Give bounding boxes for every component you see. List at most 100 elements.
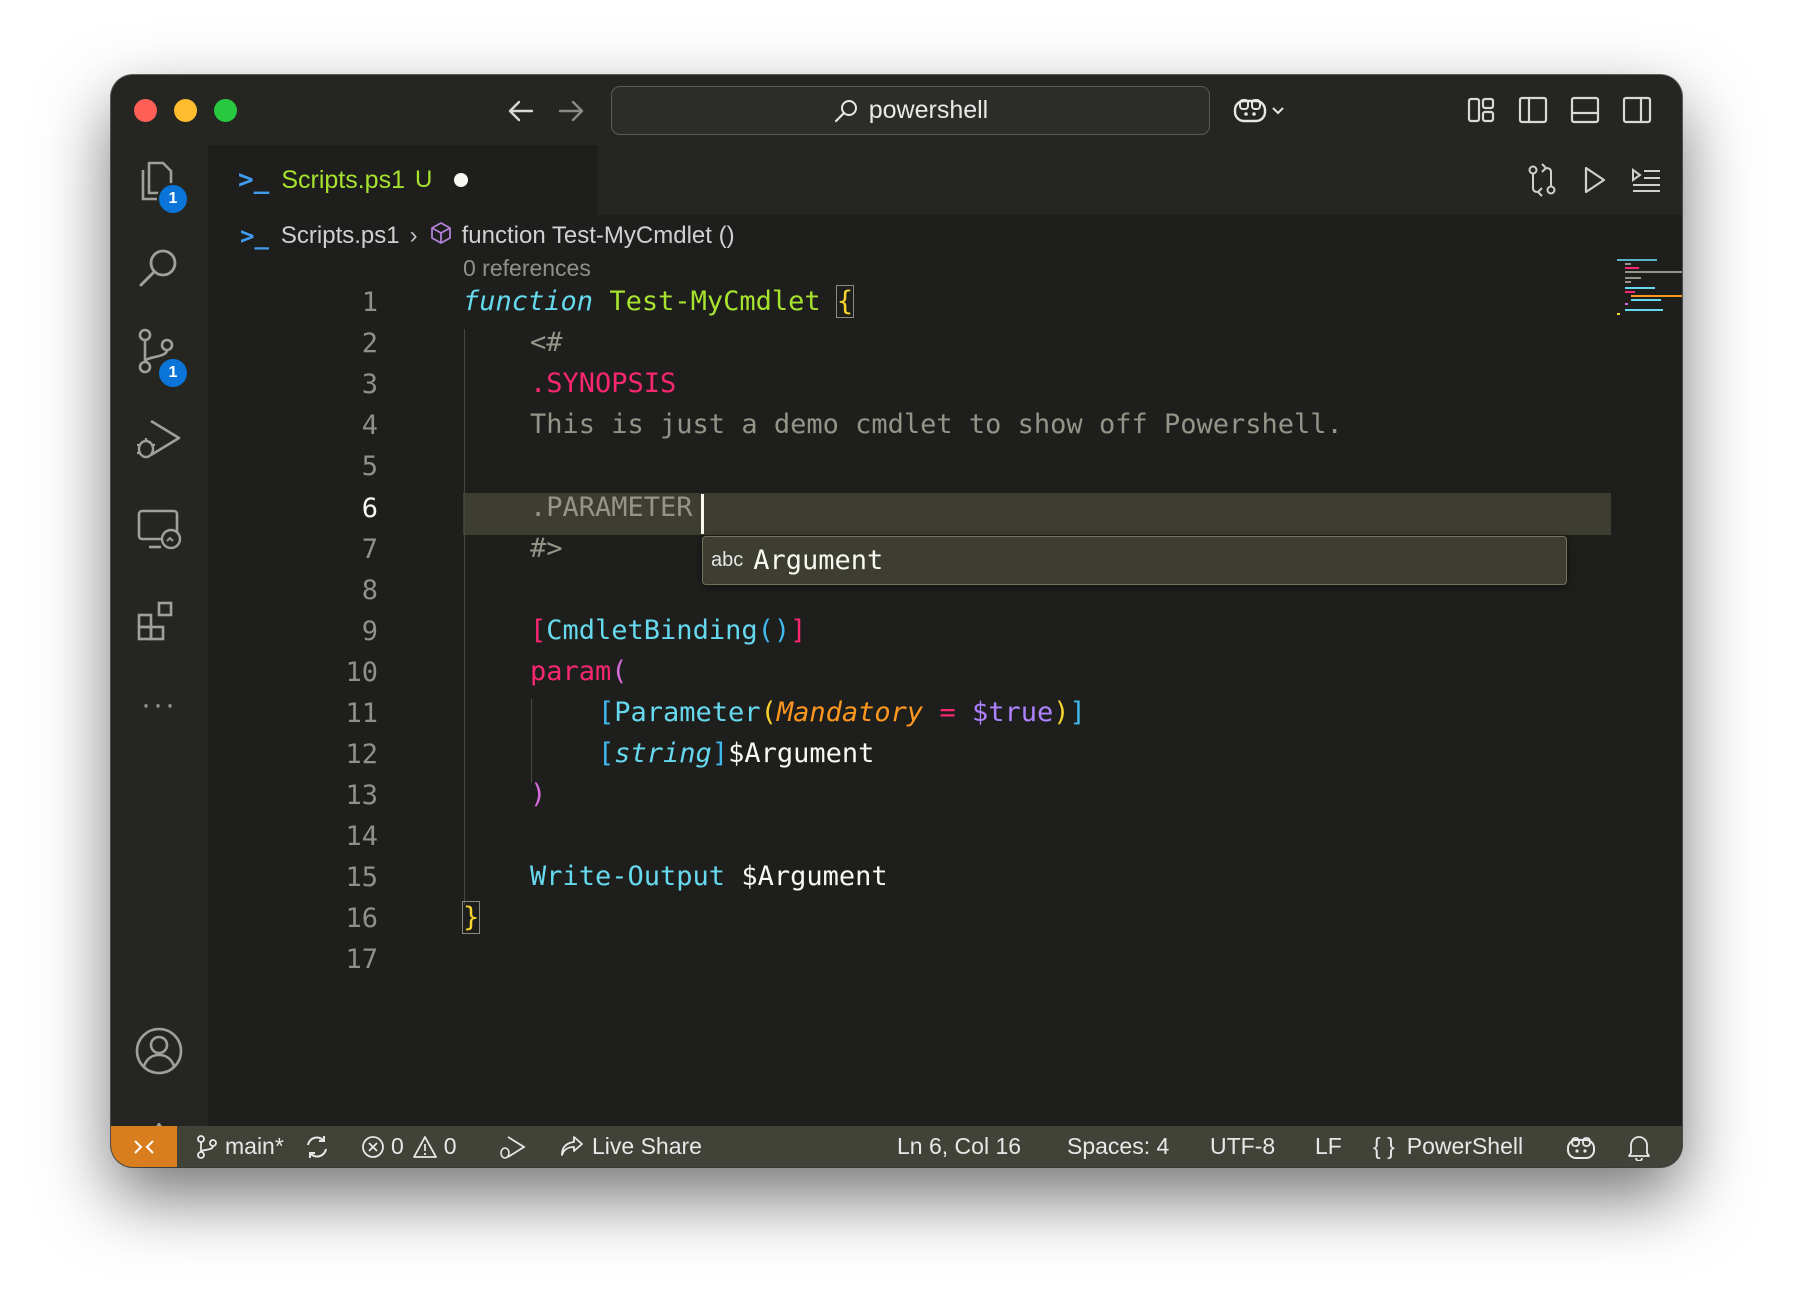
indentation-setting[interactable]: Spaces: 4 [1067, 1126, 1169, 1167]
sync-icon [307, 1135, 327, 1158]
line-number: 13 [345, 780, 378, 811]
suggestion-item-argument[interactable]: Argument [753, 545, 883, 576]
copilot-status-icon[interactable] [1566, 1126, 1602, 1167]
maximize-window-button[interactable] [214, 99, 237, 122]
line-number: 16 [345, 903, 378, 934]
explorer-badge: 1 [157, 183, 189, 215]
token-variable: $Argument [725, 861, 888, 892]
activity-bar: 1 1 ··· [111, 145, 208, 1167]
code-line-1: function Test-MyCmdlet { [463, 281, 855, 323]
breadcrumb-file[interactable]: Scripts.ps1 [281, 222, 400, 250]
cursor-position[interactable]: Ln 6, Col 16 [897, 1126, 1021, 1167]
search-icon [834, 99, 857, 122]
run-selection-icon[interactable] [1628, 162, 1664, 198]
live-share-button[interactable]: Live Share [558, 1126, 702, 1167]
problems-indicator[interactable]: 0 0 [361, 1126, 457, 1167]
autocomplete-suggestion-widget[interactable]: abc Argument [702, 536, 1567, 585]
line-number: 14 [345, 821, 378, 852]
token-keyword: function [463, 286, 594, 317]
token-attribute: Parameter [614, 697, 761, 728]
token-named-arg: Mandatory [776, 697, 924, 728]
token-variable: $Argument [728, 738, 875, 769]
eol-setting[interactable]: LF [1315, 1126, 1342, 1167]
copilot-menu-icon[interactable] [1231, 92, 1291, 128]
line-number: 7 [361, 534, 378, 565]
unsaved-dot-icon[interactable] [454, 173, 469, 187]
token-bracket: [ [598, 697, 615, 728]
remote-explorer-icon[interactable] [133, 503, 185, 555]
debug-launch-button[interactable] [496, 1126, 532, 1167]
warning-count: 0 [443, 1133, 457, 1159]
sync-button[interactable] [303, 1126, 337, 1167]
search-icon[interactable] [133, 243, 185, 295]
line-number: 3 [361, 369, 378, 400]
minimize-window-button[interactable] [174, 99, 197, 122]
breadcrumb: >_ Scripts.ps1 › function Test-MyCmdlet … [208, 215, 1682, 257]
source-control-icon[interactable]: 1 [133, 325, 189, 389]
git-branch-icon [197, 1134, 217, 1159]
encoding-setting[interactable]: UTF-8 [1210, 1126, 1275, 1167]
token-keyword: param [530, 656, 612, 687]
status-bar: main* 0 0 Live Share Ln 6, Col 16 Spaces… [111, 1126, 1682, 1167]
line-number: 11 [345, 698, 378, 729]
token-bracket: ] [790, 615, 807, 646]
toggle-primary-sidebar-icon[interactable] [1515, 92, 1551, 128]
token-command: Write-Output [530, 861, 726, 892]
remote-indicator-button[interactable] [111, 1126, 177, 1167]
customize-layout-icon[interactable] [1463, 92, 1499, 128]
chevron-right-icon: › [409, 222, 418, 249]
line-number: 5 [361, 451, 378, 482]
line-number: 9 [361, 616, 378, 647]
split-editor-icon[interactable] [1680, 162, 1682, 198]
code-lines: function Test-MyCmdlet { <# .SYNOPSIS Th… [461, 257, 1343, 934]
token-paren: ( [760, 697, 777, 728]
extensions-icon[interactable] [133, 595, 185, 647]
close-window-button[interactable] [134, 99, 157, 122]
warning-icon [412, 1135, 437, 1158]
run-play-icon[interactable] [1576, 162, 1612, 198]
run-and-debug-icon[interactable] [133, 413, 185, 465]
token-constant: $true [971, 697, 1054, 728]
back-arrow-icon[interactable] [503, 93, 539, 129]
breadcrumb-symbol[interactable]: function Test-MyCmdlet () [462, 222, 735, 250]
minimap[interactable] [1613, 257, 1682, 337]
code-line-3: .SYNOPSIS [530, 368, 677, 399]
token-operator: = [923, 697, 972, 728]
compare-changes-icon[interactable] [1524, 162, 1560, 198]
vscode-window: powershell 1 1 ··· >_ Scripts.ps1 U >_ S… [111, 75, 1682, 1167]
explorer-files-icon[interactable]: 1 [133, 153, 189, 215]
cube-symbol-icon [428, 220, 454, 253]
forward-arrow-icon[interactable] [553, 93, 589, 129]
code-line-6: .PARAMETER [530, 492, 709, 523]
line-number: 1 [361, 287, 378, 318]
tab-scripts-ps1[interactable]: >_ Scripts.ps1 U [208, 145, 598, 215]
token-bracket: ] [711, 738, 729, 769]
powershell-file-icon: >_ [238, 165, 270, 195]
token-attribute: CmdletBinding [546, 615, 758, 646]
editor-tab-bar: >_ Scripts.ps1 U ··· [208, 145, 1682, 215]
toggle-secondary-sidebar-icon[interactable] [1619, 92, 1655, 128]
language-label: PowerShell [1406, 1133, 1524, 1159]
token-paren: ) [1053, 697, 1070, 728]
code-line-4: This is just a demo cmdlet to show off P… [530, 409, 1343, 440]
remote-icon [134, 1139, 154, 1154]
code-line-16: } [461, 897, 481, 939]
token-bracket: [ [598, 738, 615, 769]
language-mode[interactable]: { } PowerShell [1373, 1126, 1523, 1167]
code-line-7: #> [530, 533, 563, 564]
code-editor[interactable]: 0 references 1 2 3 4 5 6 7 8 9 10 11 12 … [208, 255, 1682, 1167]
live-share-label: Live Share [592, 1133, 702, 1159]
notifications-bell-icon[interactable] [1626, 1126, 1658, 1167]
toggle-panel-icon[interactable] [1567, 92, 1603, 128]
token-bracket: ] [1069, 697, 1086, 728]
powershell-file-icon: >_ [240, 222, 269, 250]
line-number: 4 [361, 410, 378, 441]
accounts-icon[interactable] [133, 1025, 185, 1077]
title-bar: powershell [111, 75, 1682, 145]
line-number: 2 [361, 328, 378, 359]
token-brace: { [835, 285, 855, 318]
command-center-search[interactable]: powershell [611, 86, 1210, 135]
more-views-icon[interactable]: ··· [133, 679, 185, 731]
branch-indicator[interactable]: main* [195, 1126, 284, 1167]
code-line-11: [Parameter(Mandatory = $true)] [598, 692, 1086, 734]
